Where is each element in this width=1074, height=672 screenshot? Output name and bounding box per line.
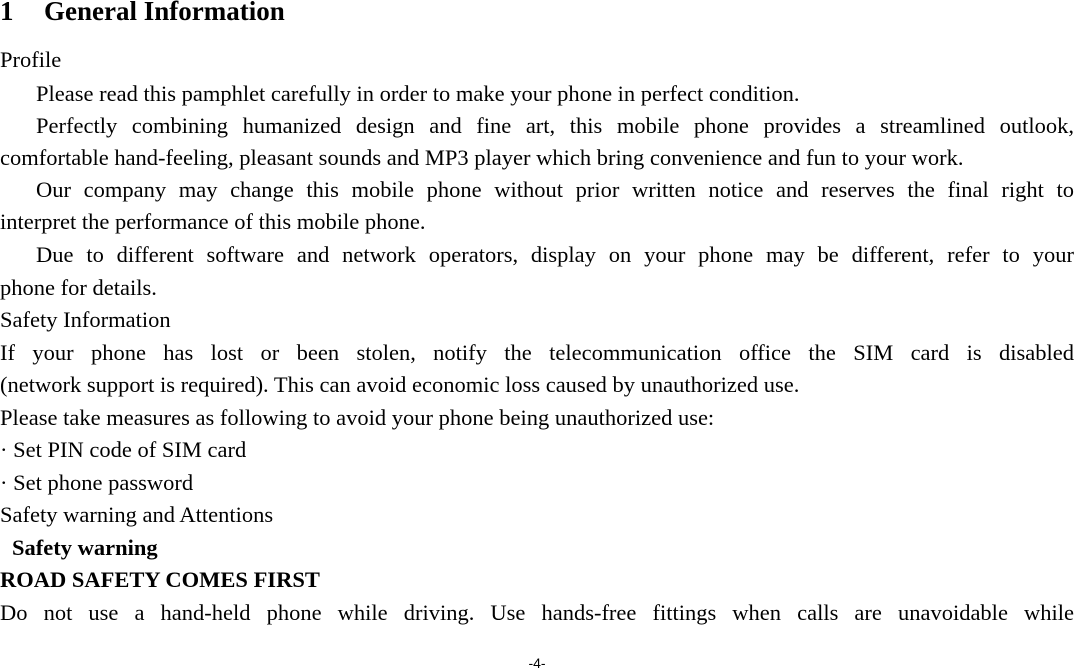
paragraph-line: Do not use a hand-held phone while drivi… (0, 600, 1074, 625)
bullet-item: · Set phone password (0, 470, 194, 495)
section-title: General Information (44, 0, 285, 26)
paragraph-line: (network support is required). This can … (0, 372, 800, 397)
paragraph-line: interpret the performance of this mobile… (0, 209, 426, 234)
section-heading: 1 General Information (0, 0, 285, 27)
paragraph-line: phone for details. (0, 275, 157, 300)
paragraph-line: Please take measures as following to avo… (0, 405, 715, 430)
paragraph-line: Our company may change this mobile phone… (36, 177, 1074, 202)
paragraph-line: Please read this pamphlet carefully in o… (36, 81, 800, 106)
bullet-item: · Set PIN code of SIM card (0, 437, 247, 462)
paragraph-line: comfortable hand-feeling, pleasant sound… (0, 145, 964, 170)
safety-information-heading: Safety Information (0, 307, 171, 332)
profile-heading: Profile (0, 47, 62, 72)
safety-warning-subheading: Safety warning (12, 535, 158, 560)
paragraph-line: Perfectly combining humanized design and… (36, 113, 1074, 138)
paragraph-line: If your phone has lost or been stolen, n… (0, 340, 1074, 365)
paragraph-line: Due to different software and network op… (36, 242, 1074, 267)
section-number: 1 (0, 0, 14, 26)
safety-warning-attentions-heading: Safety warning and Attentions (0, 502, 274, 527)
page-number: -4- (528, 655, 546, 671)
road-safety-heading: ROAD SAFETY COMES FIRST (0, 567, 320, 592)
